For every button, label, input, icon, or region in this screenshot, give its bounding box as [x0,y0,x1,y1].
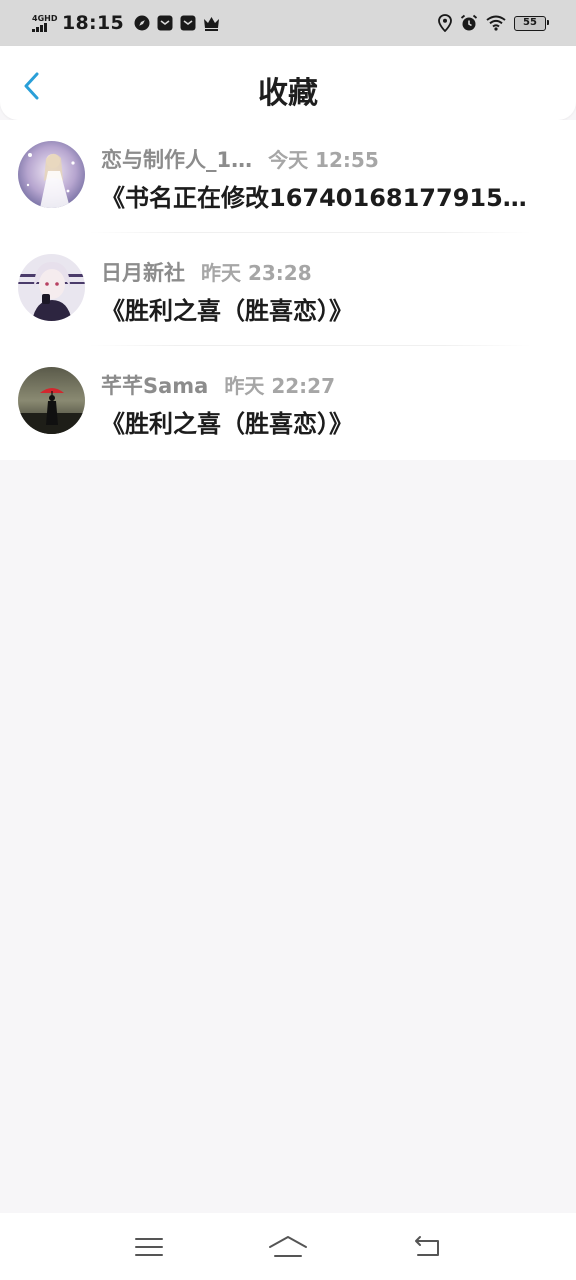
home-icon [268,1235,307,1257]
back-nav-button[interactable] [397,1222,457,1272]
page-title: 收藏 [258,76,318,111]
avatar[interactable] [18,367,85,434]
message-app-icon [180,15,196,31]
battery-level: 55 [523,16,537,28]
menu-button[interactable] [119,1222,179,1272]
book-title[interactable]: 《胜利之喜（胜喜恋）》 [101,291,553,326]
book-title[interactable]: 《胜利之喜（胜喜恋）》 [101,404,553,439]
book-title[interactable]: 《书名正在修改16740168177915… [101,178,553,213]
status-bar: 4GHD 18:15 55 [0,0,576,46]
author-name[interactable]: 芊芊Sama [101,370,208,400]
status-time: 18:15 [62,12,124,34]
timestamp: 今天 12:55 [268,148,379,172]
back-icon [414,1235,439,1256]
battery-icon: 55 [514,15,549,31]
avatar[interactable] [18,254,85,321]
home-button[interactable] [258,1222,318,1272]
list-item[interactable]: 芊芊Sama 昨天 22:27 《胜利之喜（胜喜恋）》 [0,346,576,459]
author-name[interactable]: 日月新社 [101,257,185,287]
alarm-icon [460,14,478,31]
avatar[interactable] [18,141,85,208]
location-icon [438,14,452,32]
author-name[interactable]: 恋与制作人_1… [101,144,252,174]
timestamp: 昨天 23:28 [201,261,312,285]
list-item[interactable]: 日月新社 昨天 23:28 《胜利之喜（胜喜恋）》 [0,233,576,346]
system-nav-bar [0,1213,576,1280]
compass-icon [134,15,150,31]
crown-icon [203,16,219,31]
network-indicator: 4GHD [32,14,60,32]
list-item[interactable]: 恋与制作人_1… 今天 12:55 《书名正在修改16740168177915… [0,120,576,233]
wifi-icon [486,15,506,31]
timestamp: 昨天 22:27 [224,374,335,398]
header: 收藏 [0,46,576,120]
menu-icon [135,1237,164,1256]
message-app-icon [157,15,173,31]
signal-icon [32,23,47,32]
favorites-list: 恋与制作人_1… 今天 12:55 《书名正在修改16740168177915…… [0,120,576,460]
network-type-label: 4GHD [32,14,58,23]
